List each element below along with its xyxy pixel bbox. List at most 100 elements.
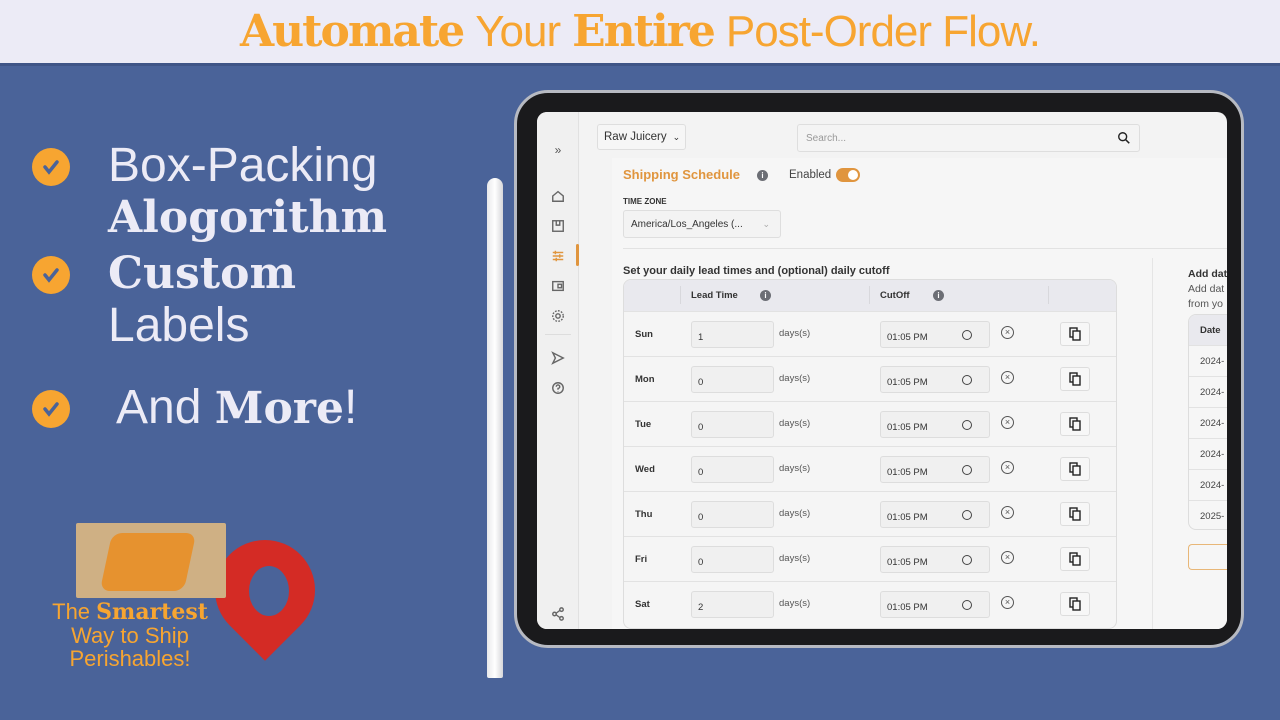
cutoff-time-input[interactable]: 01:05 PM xyxy=(880,366,990,393)
expand-sidebar-icon[interactable]: » xyxy=(550,142,566,158)
unit-label: days(s) xyxy=(779,373,811,384)
add-dates-description: Add dat from yo xyxy=(1188,282,1224,312)
clear-cutoff-icon[interactable]: × xyxy=(1001,461,1014,474)
promo-tagline: The Smartest Way to Ship Perishables! xyxy=(50,600,210,670)
search-input[interactable]: Search... xyxy=(797,124,1140,152)
copy-icon xyxy=(1069,597,1081,611)
copy-icon xyxy=(1069,507,1081,521)
desc-line: Add dat xyxy=(1188,283,1225,295)
column-header-cutoff: CutOff xyxy=(880,290,910,301)
cutoff-time-input[interactable]: 01:05 PM xyxy=(880,411,990,438)
info-icon[interactable]: i xyxy=(760,290,771,301)
timezone-label: TIME ZONE xyxy=(623,197,667,206)
copy-button[interactable] xyxy=(1060,502,1090,526)
clock-icon[interactable] xyxy=(962,465,972,475)
help-icon[interactable] xyxy=(550,380,566,396)
lead-time-input[interactable]: 0 xyxy=(691,501,774,528)
lead-time-input[interactable]: 0 xyxy=(691,456,774,483)
copy-button[interactable] xyxy=(1060,322,1090,346)
add-dates-title: Add dat xyxy=(1188,268,1227,280)
clock-icon[interactable] xyxy=(962,555,972,565)
active-indicator xyxy=(576,244,579,266)
home-icon[interactable] xyxy=(550,188,566,204)
clock-icon[interactable] xyxy=(962,330,972,340)
info-icon[interactable]: i xyxy=(933,290,944,301)
enabled-toggle-group: Enabled xyxy=(789,168,861,182)
pin-hole xyxy=(249,566,289,616)
clear-cutoff-icon[interactable]: × xyxy=(1001,506,1014,519)
table-header: Lead Time i CutOff i xyxy=(624,280,1116,311)
date-row: 2024- xyxy=(1189,438,1227,469)
timezone-value: America/Los_Angeles (... xyxy=(631,218,743,230)
feature-item: And More! xyxy=(32,372,387,435)
lead-time-input[interactable]: 0 xyxy=(691,546,774,573)
clock-icon[interactable] xyxy=(962,375,972,385)
cutoff-value: 01:05 PM xyxy=(887,557,928,568)
divider xyxy=(623,248,1227,249)
clear-cutoff-icon[interactable]: × xyxy=(1001,326,1014,339)
timezone-select[interactable]: America/Los_Angeles (... ⌄ xyxy=(623,210,781,238)
feature-text: Labels xyxy=(108,299,250,352)
chevron-down-icon: ⌄ xyxy=(762,218,770,229)
feature-list: Box-Packing Alogorithm Custom Labels And… xyxy=(32,140,387,435)
search-placeholder: Search... xyxy=(806,132,847,144)
column-separator xyxy=(869,286,870,304)
store-select-value: Raw Juicery xyxy=(604,131,667,143)
settings-sliders-icon[interactable] xyxy=(550,248,566,264)
clear-cutoff-icon[interactable]: × xyxy=(1001,596,1014,609)
cutoff-value: 01:05 PM xyxy=(887,467,928,478)
clear-cutoff-icon[interactable]: × xyxy=(1001,416,1014,429)
brand-logo-icon xyxy=(99,533,197,591)
cutoff-value: 01:05 PM xyxy=(887,602,928,613)
orders-icon[interactable] xyxy=(550,218,566,234)
column-header-lead-time: Lead Time xyxy=(691,290,738,301)
clock-icon[interactable] xyxy=(962,510,972,520)
gear-icon[interactable] xyxy=(550,308,566,324)
lead-time-input[interactable]: 1 xyxy=(691,321,774,348)
copy-button[interactable] xyxy=(1060,547,1090,571)
info-icon[interactable]: i xyxy=(757,170,768,181)
headline-word: Automate xyxy=(240,6,465,57)
clear-cutoff-icon[interactable]: × xyxy=(1001,551,1014,564)
promo-text: The xyxy=(52,599,97,624)
table-row: Thu 0 days(s) 01:05 PM × xyxy=(624,491,1116,536)
column-separator xyxy=(680,286,681,304)
wallet-icon[interactable] xyxy=(550,278,566,294)
lead-time-input[interactable]: 2 xyxy=(691,591,774,618)
copy-button[interactable] xyxy=(1060,457,1090,481)
cutoff-time-input[interactable]: 01:05 PM xyxy=(880,501,990,528)
date-row: 2024- xyxy=(1189,376,1227,407)
copy-button[interactable] xyxy=(1060,412,1090,436)
clock-icon[interactable] xyxy=(962,420,972,430)
promo-text-bold: Smartest xyxy=(96,599,208,625)
cutoff-time-input[interactable]: 01:05 PM xyxy=(880,546,990,573)
search-icon[interactable] xyxy=(1117,131,1131,145)
cutoff-time-input[interactable]: 01:05 PM xyxy=(880,456,990,483)
cutoff-value: 01:05 PM xyxy=(887,377,928,388)
column-divider xyxy=(1152,258,1153,629)
cutoff-value: 01:05 PM xyxy=(887,422,928,433)
check-icon xyxy=(32,148,70,186)
clear-cutoff-icon[interactable]: × xyxy=(1001,371,1014,384)
cutoff-value: 01:05 PM xyxy=(887,512,928,523)
enabled-toggle[interactable] xyxy=(836,168,861,182)
headline-word: Your xyxy=(475,6,561,56)
lead-time-input[interactable]: 0 xyxy=(691,411,774,438)
store-select[interactable]: Raw Juicery ⌄ xyxy=(597,124,686,150)
send-icon[interactable] xyxy=(550,350,566,366)
copy-button[interactable] xyxy=(1060,592,1090,616)
unit-label: days(s) xyxy=(779,508,811,519)
unit-label: days(s) xyxy=(779,418,811,429)
add-date-button[interactable] xyxy=(1188,544,1227,570)
table-row: Wed 0 days(s) 01:05 PM × xyxy=(624,446,1116,491)
app-screen: » Raw Juicery ⌄ Search... Shipping Schedu… xyxy=(537,112,1227,629)
headline-word: Post-Order Flow. xyxy=(725,6,1041,56)
clock-icon[interactable] xyxy=(962,600,972,610)
date-row: 2025- xyxy=(1189,500,1227,529)
cutoff-time-input[interactable]: 01:05 PM xyxy=(880,591,990,618)
lead-time-input[interactable]: 0 xyxy=(691,366,774,393)
share-icon[interactable] xyxy=(550,606,566,622)
cutoff-time-input[interactable]: 01:05 PM xyxy=(880,321,990,348)
unit-label: days(s) xyxy=(779,553,811,564)
copy-button[interactable] xyxy=(1060,367,1090,391)
